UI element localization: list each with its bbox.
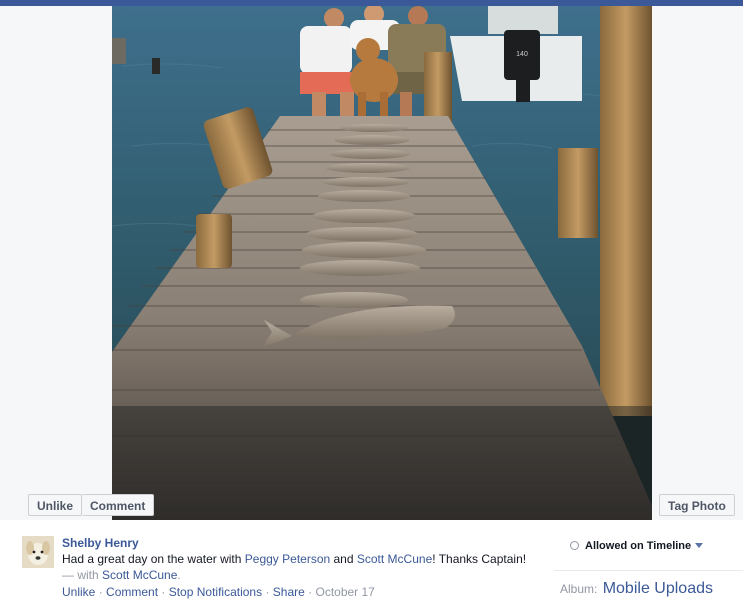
left-short-post — [196, 214, 232, 268]
far-piling — [424, 52, 452, 124]
circle-icon — [570, 541, 579, 550]
action-bar: Unlike · Comment · Stop Notifications · … — [62, 585, 375, 599]
post-meta: Shelby Henry Had a great day on the wate… — [0, 526, 743, 600]
action-separator: · — [262, 585, 273, 599]
share-link[interactable]: Share — [273, 585, 305, 599]
tag-photo-button[interactable]: Tag Photo — [659, 494, 735, 516]
sidebar-divider — [554, 570, 743, 571]
caret-down-icon — [695, 543, 704, 548]
right-piling — [600, 6, 652, 416]
privacy-label: Allowed on Timeline — [585, 540, 692, 552]
photo-scene: 140 — [112, 6, 652, 520]
tag-link-peggy-peterson[interactable]: Peggy Peterson — [245, 552, 330, 566]
with-suffix: . — [177, 568, 181, 582]
comment-button[interactable]: Comment — [82, 494, 155, 516]
action-separator: · — [95, 585, 107, 599]
fishing-photo[interactable]: 140 — [112, 6, 652, 520]
album-prefix: Album: — [560, 582, 598, 596]
unlike-link[interactable]: Unlike — [62, 585, 95, 599]
action-separator: · — [158, 585, 169, 599]
avatar[interactable] — [22, 536, 54, 568]
post-date[interactable]: October 17 — [315, 585, 374, 599]
album-info: Album: Mobile Uploads — [560, 580, 713, 598]
tag-link-scott-mccune[interactable]: Scott McCune — [357, 552, 432, 566]
caption-suffix: ! Thanks Captain! — [432, 552, 527, 566]
album-link[interactable]: Mobile Uploads — [603, 580, 713, 597]
author-name[interactable]: Shelby Henry — [62, 536, 139, 550]
with-line: — with Scott McCune. — [62, 568, 181, 582]
with-prefix: — with — [62, 568, 103, 582]
dog-avatar-icon — [22, 536, 54, 568]
unlike-button[interactable]: Unlike — [28, 494, 83, 516]
with-link-scott-mccune[interactable]: Scott McCune — [102, 568, 177, 582]
distant-post — [152, 58, 160, 74]
post-caption: Had a great day on the water with Peggy … — [62, 552, 526, 566]
motor-badge: 140 — [516, 51, 528, 58]
photo-like-comment-group: Unlike Comment — [28, 494, 155, 516]
mid-right-piling — [558, 148, 598, 238]
caption-middle: and — [330, 552, 357, 566]
caption-prefix: Had a great day on the water with — [62, 552, 245, 566]
timeline-privacy-selector[interactable]: Allowed on Timeline — [570, 540, 704, 552]
dock-shadow — [112, 406, 652, 520]
stop-notifications-link[interactable]: Stop Notifications — [169, 585, 262, 599]
action-separator: · — [304, 585, 316, 599]
comment-link[interactable]: Comment — [106, 585, 158, 599]
distant-piling — [112, 38, 126, 64]
